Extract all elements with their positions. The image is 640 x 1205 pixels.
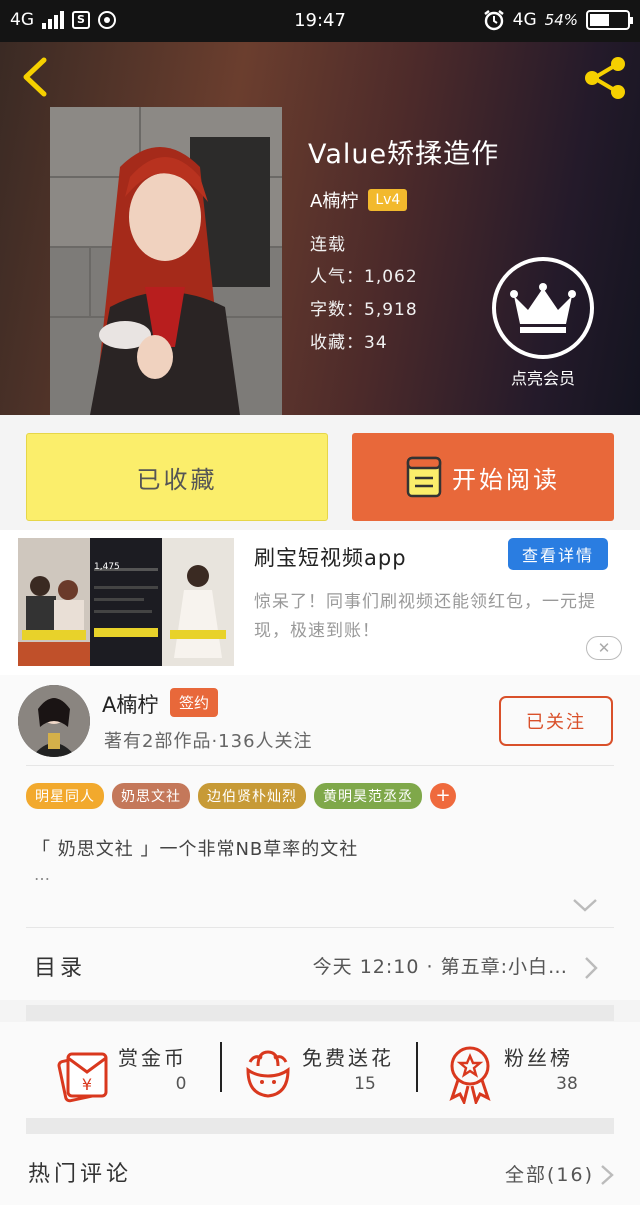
favorited-button[interactable]: 已收藏 (26, 433, 328, 521)
section-gap (26, 1005, 614, 1021)
tag-item[interactable]: 奶思文社 (112, 783, 190, 809)
intro-ellipsis: … (34, 865, 50, 884)
more-tags-button[interactable]: + (430, 783, 456, 809)
favorited-label: 已收藏 (136, 465, 218, 494)
divider (220, 1042, 222, 1092)
level-badge: Lv4 (368, 189, 408, 211)
reward-coin-button[interactable]: ¥ 赏金币 0 (56, 1040, 246, 1110)
back-button[interactable] (14, 56, 54, 98)
crown-ring (492, 257, 594, 359)
battery-icon (586, 10, 633, 30)
vip-button[interactable]: 点亮会员 (492, 257, 594, 389)
section-gap (26, 1118, 614, 1134)
divider (416, 1042, 418, 1092)
ad-banner[interactable]: 1,475 刷宝短视频app 查看详情 惊呆了！同事们刷视频还能领红包，一元提现… (0, 530, 640, 675)
book-cover[interactable] (50, 107, 282, 415)
author-section: A楠柠 签约 著有2部作品·136人关注 已关注 明星同人 奶思文社 边伯贤朴灿… (0, 675, 640, 1000)
crown-icon (510, 283, 576, 333)
book-intro: 「 奶思文社 」一个非常NB草率的文社 (32, 839, 359, 860)
tag-item[interactable]: 边伯贤朴灿烈 (198, 783, 306, 809)
ad-thumbnail (18, 538, 234, 666)
collection-stat: 收藏：34 (310, 333, 388, 353)
fan-ranking-value: 38 (556, 1074, 578, 1094)
free-flower-value: 15 (354, 1074, 376, 1094)
start-reading-label: 开始阅读 (452, 465, 560, 494)
hot-comments-title: 热门评论 (28, 1162, 133, 1187)
status-right: 4G 54% (483, 9, 633, 31)
free-flower-button[interactable]: 免费送花 15 (240, 1040, 430, 1110)
word-count-stat: 字数：5,918 (310, 300, 418, 320)
book-author-row: A楠柠 Lv4 (310, 187, 408, 213)
reward-coin-label: 赏金币 (118, 1046, 187, 1070)
popularity-stat: 人气：1,062 (310, 267, 418, 287)
latest-chapter: 今天 12:10 · 第五章:小白… (312, 956, 568, 978)
follow-button[interactable]: 已关注 (499, 696, 613, 746)
alarm-icon (483, 10, 504, 31)
table-of-contents-row[interactable]: 目录 今天 12:10 · 第五章:小白… (26, 928, 614, 1004)
fan-ranking-label: 粉丝榜 (504, 1046, 573, 1070)
divider (26, 765, 614, 766)
hot-comments-header: 热门评论 全部(16) (0, 1134, 640, 1205)
author-info: 著有2部作品·136人关注 (104, 731, 313, 752)
author-name[interactable]: A楠柠 (102, 689, 158, 719)
share-icon (585, 57, 625, 99)
share-button[interactable] (582, 56, 628, 100)
fan-ranking-button[interactable]: 粉丝榜 38 (442, 1040, 632, 1110)
book-icon (406, 456, 442, 498)
tag-item[interactable]: 明星同人 (26, 783, 104, 809)
network-right-label: 4G (512, 10, 537, 30)
battery-level (590, 14, 610, 26)
ad-details-button[interactable]: 查看详情 (508, 538, 608, 570)
book-title: Value矫揉造作 (308, 139, 500, 170)
vip-label: 点亮会员 (510, 369, 575, 388)
chevron-right-icon[interactable] (600, 1164, 614, 1186)
cover-image (50, 107, 282, 415)
ad-close-button[interactable]: ✕ (586, 636, 622, 660)
toc-label: 目录 (34, 956, 87, 981)
chevron-right-icon (585, 957, 598, 979)
signed-badge: 签约 (170, 688, 219, 717)
tag-item[interactable]: 黄明昊范丞丞 (314, 783, 422, 809)
status-bar: 4G S 19:47 4G 54% (0, 0, 640, 42)
all-comments-link[interactable]: 全部(16) (505, 1160, 594, 1187)
free-flower-label: 免费送花 (302, 1046, 394, 1070)
ad-description: 惊呆了！同事们刷视频还能领红包，一元提现，极速到账！ (254, 592, 596, 641)
battery-percent: 54% (544, 11, 578, 29)
chevron-down-icon[interactable] (572, 897, 598, 913)
serial-status: 连载 (310, 235, 346, 255)
ad-title: 刷宝短视频app (254, 546, 407, 570)
book-author-name[interactable]: A楠柠 (310, 187, 358, 213)
reward-coin-value: 0 (175, 1074, 187, 1094)
book-header: Value矫揉造作 A楠柠 Lv4 连载 人气：1,062 字数：5,918 收… (0, 42, 640, 415)
chevron-left-icon (23, 57, 47, 97)
tag-list: 明星同人 奶思文社 边伯贤朴灿烈 黄明昊范丞丞 + (26, 783, 456, 809)
start-reading-button[interactable]: 开始阅读 (352, 433, 614, 521)
author-avatar[interactable] (18, 685, 90, 757)
